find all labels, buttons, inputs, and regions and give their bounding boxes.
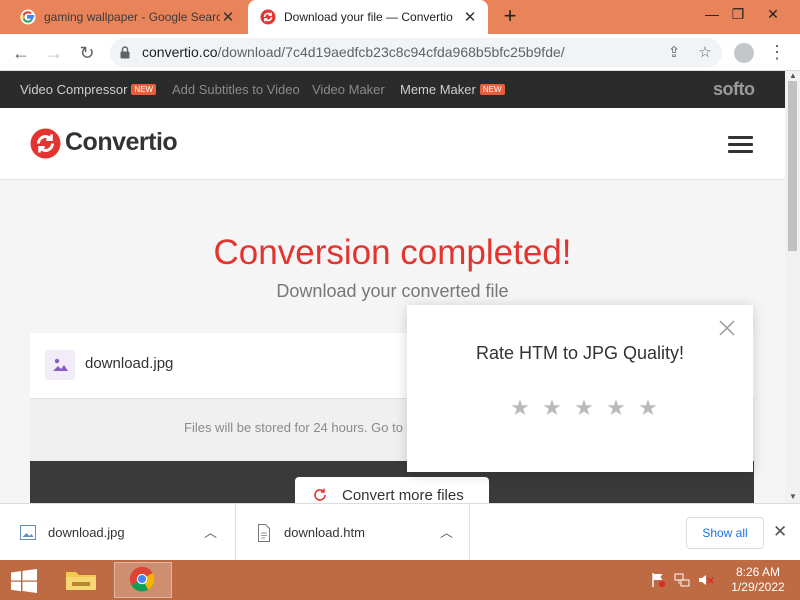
chrome-taskbar-icon[interactable] [114,562,172,598]
star-3-icon[interactable]: ★ [568,397,600,419]
tab-google-search[interactable]: gaming wallpaper - Google Searc ✕ [8,0,246,34]
tab-close-icon[interactable]: ✕ [462,8,478,26]
document-file-icon [258,524,270,542]
taskbar-clock[interactable]: 8:26 AM 1/29/2022 [724,565,792,595]
nav-label: Video Compressor [20,82,128,97]
windows-start-icon[interactable] [10,569,38,593]
convertio-icon [260,9,276,25]
convert-more-label: Convert more files [342,487,464,503]
chevron-up-icon[interactable]: ︿ [204,522,217,541]
page-title: Conversion completed! [213,233,572,272]
convert-more-button[interactable]: Convert more files [295,477,489,503]
clock-time: 8:26 AM [735,565,781,579]
rating-title: Rate HTM to JPG Quality! [475,343,685,363]
scroll-up-icon[interactable]: ▲ [789,71,797,80]
page-scrollbar[interactable]: ▲ ▼ [785,71,800,503]
download-name: download.jpg [48,525,125,540]
nav-label: Meme Maker [400,82,476,97]
convertio-logo-icon[interactable] [30,128,61,159]
new-tab-button[interactable]: + [498,5,522,29]
url-path: /download/7c4d19aedfcb23c8c94cfda968b5bf… [217,44,565,60]
file-explorer-icon[interactable] [52,562,110,598]
show-all-button[interactable]: Show all [686,517,764,549]
new-badge: NEW [479,84,505,95]
close-icon[interactable] [718,319,736,337]
screen: gaming wallpaper - Google Searc ✕ Downlo… [0,0,800,600]
network-icon[interactable] [674,572,690,588]
download-name: download.htm [284,525,365,540]
image-file-icon [20,525,36,540]
lock-icon [120,46,130,59]
volume-muted-icon[interactable] [698,572,714,588]
nav-add-subtitles[interactable]: Add Subtitles to Video [172,82,300,97]
image-file-icon [45,350,75,380]
page-subtitle: Download your converted file [276,281,509,301]
hamburger-menu-icon[interactable] [728,136,753,154]
page-viewport: Video Compressor NEW Add Subtitles to Vid… [0,71,785,503]
bookmark-star-icon[interactable]: ☆ [696,44,714,62]
tab-title: gaming wallpaper - Google Searc [44,10,220,24]
logo-text[interactable]: Convertio [65,128,178,157]
share-icon[interactable]: ⇪ [665,44,683,62]
site-topnav: Video Compressor NEW Add Subtitles to Vid… [0,71,785,108]
download-shelf: download.jpg ︿ download.htm ︿ Show all ✕ [0,503,800,561]
rating-popup: Rate HTM to JPG Quality! ★ ★ ★ ★ ★ [407,305,753,472]
file-name: download.jpg [85,355,174,372]
back-arrow-icon[interactable]: ← [8,40,34,66]
url-host: convertio.co [142,44,218,60]
new-badge: NEW [131,84,157,95]
tab-convertio[interactable]: Download your file — Convertio ✕ [248,0,488,34]
nav-meme-maker[interactable]: Meme Maker NEW [400,82,505,97]
download-item[interactable]: download.jpg ︿ [0,504,236,561]
browser-menu-icon[interactable]: ⋮ [768,40,786,66]
clock-date: 1/29/2022 [731,580,785,594]
star-5-icon[interactable]: ★ [632,397,664,419]
tab-title: Download your file — Convertio [284,10,453,24]
star-2-icon[interactable]: ★ [536,397,568,419]
address-bar[interactable]: convertio.co/download/7c4d19aedfcb23c8c9… [110,38,722,67]
browser-toolbar: ← → ↻ convertio.co/download/7c4d19aedfcb… [0,34,800,71]
reload-icon[interactable]: ↻ [74,40,100,66]
action-center-flag-icon[interactable] [650,572,666,588]
site-header: Convertio [0,108,785,180]
tab-close-icon[interactable]: ✕ [220,8,236,26]
star-1-icon[interactable]: ★ [504,397,536,419]
close-icon[interactable]: ✕ [773,522,787,542]
star-4-icon[interactable]: ★ [600,397,632,419]
chevron-up-icon[interactable]: ︿ [440,522,453,541]
google-g-icon [20,9,36,25]
browser-tabstrip: gaming wallpaper - Google Searc ✕ Downlo… [0,0,800,34]
scroll-down-icon[interactable]: ▼ [789,492,797,501]
download-item[interactable]: download.htm ︿ [236,504,470,561]
refresh-icon [314,488,326,501]
softo-logo[interactable]: softo [713,79,755,100]
storage-text: Files will be stored for 24 hours. Go to… [184,420,414,435]
profile-avatar-icon[interactable] [734,43,754,63]
nav-video-compressor[interactable]: Video Compressor NEW [20,82,157,97]
star-rating: ★ ★ ★ ★ ★ [504,397,664,419]
forward-arrow-icon[interactable]: → [41,40,67,66]
url-text: convertio.co/download/7c4d19aedfcb23c8c9… [142,44,565,60]
scrollbar-thumb[interactable] [788,81,797,251]
window-close-icon[interactable]: ✕ [758,0,788,30]
windows-taskbar: 8:26 AM 1/29/2022 [0,560,800,600]
nav-video-maker[interactable]: Video Maker [312,82,385,97]
restore-icon[interactable]: ❐ [723,0,753,30]
